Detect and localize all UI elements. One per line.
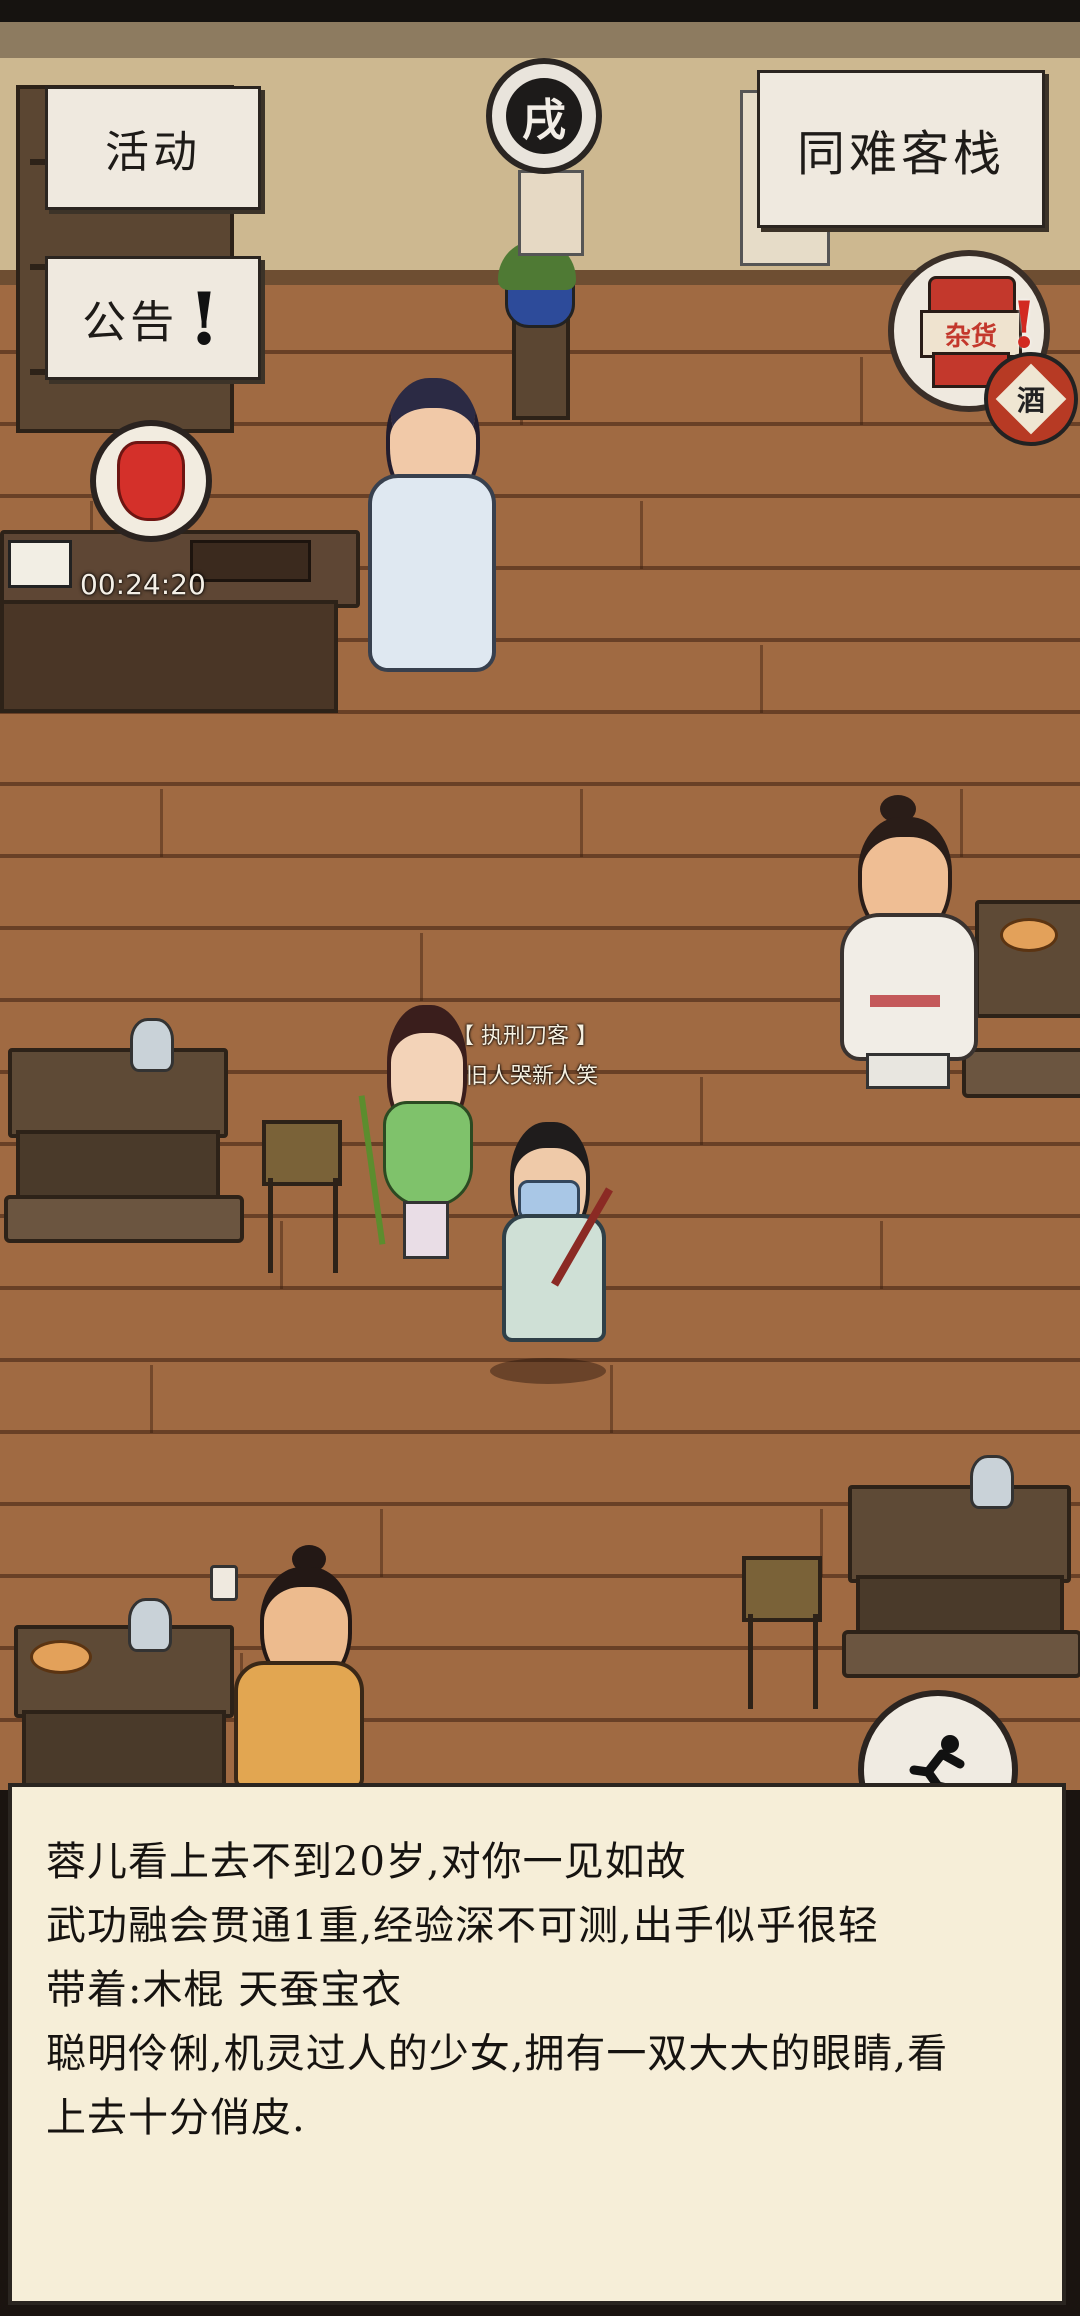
npc-diner-eating[interactable]	[830, 795, 980, 1090]
dining-table	[8, 1048, 228, 1138]
bench	[842, 1630, 1080, 1678]
wine-sign-label: 酒	[1016, 383, 1046, 417]
time-of-day-label: 戌	[522, 95, 566, 146]
shop-sign-label: 杂货	[944, 321, 997, 352]
dining-table	[848, 1485, 1071, 1583]
dialog-line: 上去十分俏皮.	[46, 2095, 306, 2141]
gift-timer: 00:24:20	[80, 568, 206, 601]
notice-button[interactable]: 公告 !	[45, 256, 261, 380]
wall-trim	[0, 22, 1080, 58]
floor-seam	[860, 357, 863, 425]
bench	[4, 1195, 244, 1243]
gift-pouch-button[interactable]	[90, 420, 212, 542]
stool	[742, 1556, 822, 1622]
rong-er-dress	[383, 1101, 473, 1207]
ledger-book	[8, 540, 72, 588]
floor-seam	[760, 645, 763, 713]
floor-seam	[880, 1221, 883, 1289]
npc-motto-label: 旧人哭新人笑	[466, 1064, 599, 1089]
floor-seam	[380, 1509, 383, 1577]
dialog-line: 武功融会贯通1重,经验深不可测,出手似乎很轻	[46, 1903, 879, 1949]
wine-cup-icon	[210, 1565, 238, 1601]
floor-seam	[160, 789, 163, 857]
stool-legs	[268, 1178, 338, 1273]
stool-legs	[748, 1614, 818, 1709]
dialog-line: 带着:木棍 天蚕宝衣	[46, 1967, 403, 2013]
teapot-icon	[130, 1018, 174, 1072]
wall-scroll-painting	[518, 170, 584, 256]
roast-dish-icon	[30, 1640, 92, 1674]
abacus	[190, 540, 311, 582]
counter-front	[0, 600, 338, 713]
scholar-robe	[368, 474, 496, 672]
npc-description-dialog[interactable]: 蓉儿看上去不到20岁,对你一见如故 武功融会贯通1重,经验深不可测,出手似乎很轻…	[8, 1783, 1066, 2305]
teapot-icon	[970, 1455, 1014, 1509]
dining-table-front	[16, 1130, 220, 1200]
ceiling-beam	[0, 0, 1080, 22]
diner-robe	[840, 913, 978, 1061]
npc-scholar[interactable]	[352, 378, 502, 678]
red-pouch-icon	[117, 441, 185, 521]
teapot-icon	[128, 1598, 172, 1652]
wine-jar-icon: 酒	[984, 352, 1078, 446]
notice-label: 公告	[82, 297, 179, 348]
roast-dish-icon	[1000, 918, 1058, 952]
stool	[262, 1120, 342, 1186]
activity-label: 活动	[105, 127, 201, 178]
floor-seam	[640, 501, 643, 569]
dining-table-front	[22, 1710, 226, 1788]
floor-seam	[420, 933, 423, 1001]
inn-name-banner[interactable]: 同难客栈	[757, 70, 1045, 228]
notice-alert-icon: !	[188, 275, 224, 361]
inn-name-label: 同难客栈	[796, 126, 1005, 182]
time-of-day-badge[interactable]: 戌	[486, 58, 602, 174]
floor-seam	[150, 1365, 153, 1433]
npc-rong-er[interactable]	[358, 1005, 485, 1260]
dialog-line: 聪明伶俐,机灵过人的少女,拥有一双大大的眼睛,看	[46, 2031, 949, 2077]
npc-drinker[interactable]	[210, 1545, 364, 1789]
floor-seam	[580, 789, 583, 857]
activity-button[interactable]: 活动	[45, 86, 261, 210]
dialog-line: 蓉儿看上去不到20岁,对你一见如故	[46, 1839, 687, 1885]
player-character[interactable]	[490, 1122, 615, 1384]
floor-seam	[700, 1077, 703, 1145]
drinker-robe	[234, 1661, 364, 1789]
